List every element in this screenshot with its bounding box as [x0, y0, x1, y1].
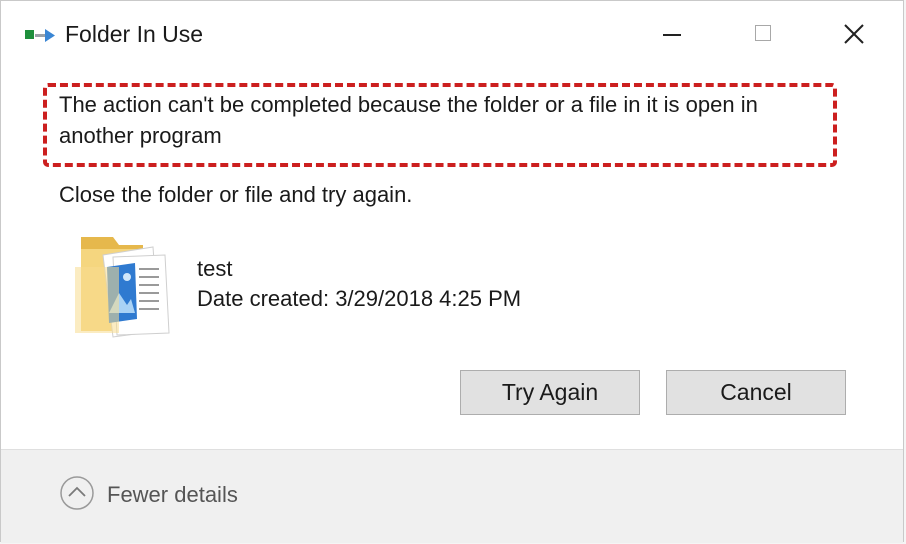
error-message: The action can't be completed because th… [59, 92, 758, 148]
folder-in-use-dialog: Folder In Use The action can't be comple… [0, 0, 904, 543]
window-title: Folder In Use [65, 21, 204, 47]
title-bar[interactable]: Folder In Use [1, 1, 903, 67]
maximize-button[interactable] [741, 11, 787, 57]
fewer-details-toggle[interactable]: Fewer details [107, 480, 238, 510]
folder-icon [73, 227, 173, 343]
file-move-icon [25, 25, 57, 47]
instruction-text: Close the folder or file and try again. [59, 182, 413, 207]
chevron-up-circle-icon[interactable] [59, 475, 95, 511]
close-button[interactable] [831, 11, 877, 57]
file-date-created: Date created: 3/29/2018 4:25 PM [197, 286, 522, 311]
details-footer: Fewer details [1, 449, 903, 543]
cancel-button[interactable]: Cancel [666, 370, 846, 415]
try-again-button[interactable]: Try Again [460, 370, 640, 415]
file-name: test [197, 256, 233, 281]
minimize-button[interactable] [649, 11, 695, 57]
